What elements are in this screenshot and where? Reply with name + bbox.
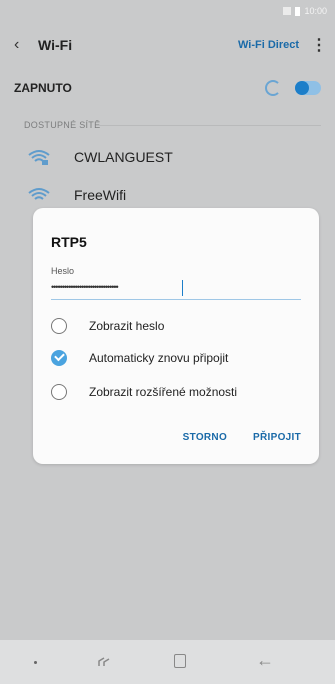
password-value: ••••••••••••••••••••••••••••••• [51, 282, 119, 292]
wifi-direct-button[interactable]: Wi-Fi Direct [238, 39, 299, 51]
network-item[interactable]: CWLANGUEST [0, 140, 335, 174]
connect-dialog: RTP5 Heslo •••••••••••••••••••••••••••••… [33, 208, 319, 464]
option-label: Automaticky znovu připojit [89, 351, 229, 365]
page-title: Wi-Fi [38, 37, 73, 53]
checkbox-unchecked-icon[interactable] [51, 318, 67, 334]
cancel-button[interactable]: STORNO [183, 432, 227, 443]
wifi-status-label: ZAPNUTO [14, 81, 72, 95]
advanced-options-option[interactable]: Zobrazit rozšířené možnosti [51, 380, 237, 404]
dialog-actions: STORNO PŘIPOJIT [183, 432, 301, 443]
back-arrow-icon[interactable]: ‹ [14, 37, 30, 53]
network-name: CWLANGUEST [74, 149, 173, 165]
connect-button[interactable]: PŘIPOJIT [253, 432, 301, 443]
password-field[interactable]: ••••••••••••••••••••••••••••••• [51, 280, 301, 300]
toggle-knob [295, 81, 309, 95]
dialog-title: RTP5 [51, 234, 87, 250]
show-password-option[interactable]: Zobrazit heslo [51, 314, 164, 338]
checkbox-checked-icon[interactable] [51, 350, 67, 366]
password-label: Heslo [51, 266, 75, 276]
wifi-locked-icon [28, 148, 50, 166]
status-time: 10:00 [304, 6, 327, 16]
wifi-master-row[interactable]: ZAPNUTO [0, 72, 335, 104]
checkbox-unchecked-icon[interactable] [51, 384, 67, 400]
section-divider [96, 125, 321, 126]
nav-dot-icon[interactable] [34, 661, 37, 664]
back-icon[interactable]: ← [256, 651, 274, 669]
text-caret [182, 280, 183, 296]
option-label: Zobrazit heslo [89, 319, 165, 333]
wifi-toggle[interactable] [295, 81, 321, 95]
auto-reconnect-option[interactable]: Automaticky znovu připojit [51, 346, 228, 370]
recent-apps-icon[interactable] [96, 654, 112, 670]
network-name: FreeWifi [74, 187, 127, 203]
option-label: Zobrazit rozšířené možnosti [89, 385, 238, 399]
battery-icon [295, 6, 301, 16]
screen: 10:00 ‹ Wi-Fi Wi-Fi Direct ⋮ ZAPNUTO DOS… [0, 0, 335, 684]
section-title: DOSTUPNÉ SÍTĚ [24, 120, 101, 130]
refresh-icon[interactable] [265, 80, 281, 96]
navigation-bar: ← [0, 640, 335, 684]
more-vert-icon[interactable]: ⋮ [311, 35, 327, 55]
wifi-icon [28, 186, 50, 204]
signal-icon [283, 7, 292, 15]
status-bar: 10:00 [0, 0, 335, 22]
app-bar: ‹ Wi-Fi Wi-Fi Direct ⋮ [0, 28, 335, 62]
network-item[interactable]: FreeWifi [0, 178, 335, 212]
home-icon[interactable] [174, 654, 186, 668]
